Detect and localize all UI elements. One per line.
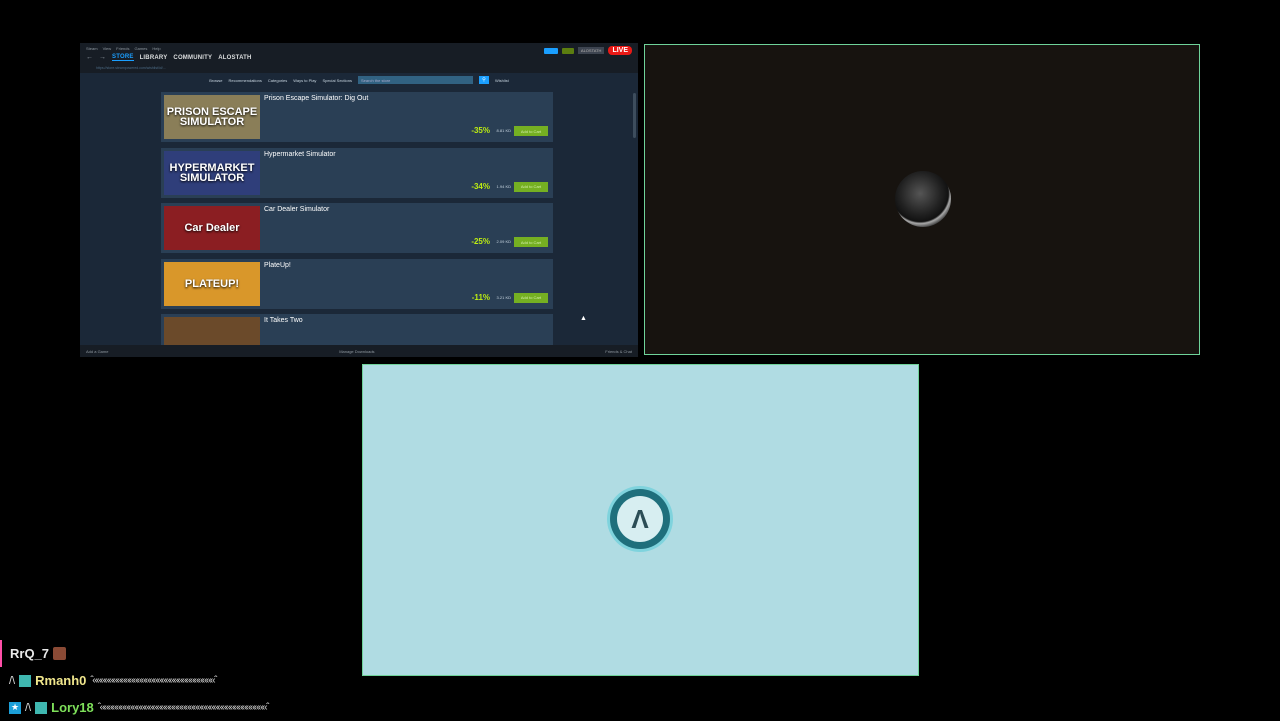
- avatar: [895, 171, 951, 227]
- menu-games[interactable]: Games: [135, 46, 148, 51]
- account-menu[interactable]: ALOSTATH: [577, 47, 605, 54]
- menu-friends[interactable]: Friends: [116, 46, 129, 51]
- forward-arrow-icon[interactable]: →: [99, 54, 106, 61]
- chat-message: /\ Rmanh0 ˆ«««««««««««««««««««««««««««««…: [0, 667, 400, 694]
- chat-username[interactable]: RrQ_7: [10, 646, 49, 661]
- list-item[interactable]: HYPERMARKET SIMULATOR Hypermarket Simula…: [161, 147, 553, 198]
- chat-overlay: RrQ_7 /\ Rmanh0 ˆ«««««««««««««««««««««««…: [0, 640, 400, 721]
- nav-community[interactable]: COMMUNITY: [173, 55, 212, 61]
- steam-nav: ← → STORE LIBRARY COMMUNITY ALOSTATH: [86, 54, 252, 61]
- nav-library[interactable]: LIBRARY: [140, 55, 168, 61]
- subnav-browse[interactable]: Browse: [209, 78, 222, 83]
- steam-top-right: ALOSTATH LIVE: [543, 46, 632, 55]
- game-title[interactable]: It Takes Two: [264, 317, 303, 324]
- mouse-cursor-icon: ▲: [580, 315, 587, 322]
- subnav-categories[interactable]: Categories: [268, 78, 287, 83]
- steam-menu: Steam View Friends Games Help: [86, 46, 161, 51]
- discount-badge: -11%: [471, 292, 490, 302]
- game-title[interactable]: Prison Escape Simulator: Dig Out: [264, 95, 368, 102]
- discount-badge: -35%: [471, 126, 490, 135]
- subnav-recommendations[interactable]: Recommendations: [229, 78, 262, 83]
- wishlist-link[interactable]: Wishlist: [495, 78, 509, 83]
- url-bar: https://store.steampowered.com/wishlist/…: [96, 66, 166, 70]
- badge-icon: [19, 674, 32, 687]
- search-placeholder: Search the store: [361, 77, 391, 83]
- chat-username[interactable]: Rmanh0: [35, 673, 86, 688]
- inbox-icon[interactable]: [561, 47, 574, 54]
- chat-text: ˆ«««««««««««««««««««««««««««««««««««««««…: [97, 702, 270, 713]
- game-title[interactable]: PlateUp!: [264, 262, 291, 269]
- game-title[interactable]: Car Dealer Simulator: [264, 206, 329, 213]
- add-to-cart-button[interactable]: Add to Cart: [514, 181, 548, 192]
- scrollbar[interactable]: [633, 93, 636, 138]
- participant-tile-light[interactable]: Λ: [362, 364, 919, 676]
- nav-store[interactable]: STORE: [112, 54, 134, 61]
- game-title[interactable]: Hypermarket Simulator: [264, 151, 336, 158]
- add-to-cart-button[interactable]: Add to Cart: [514, 126, 548, 136]
- nav-profile[interactable]: ALOSTATH: [218, 55, 251, 61]
- search-icon[interactable]: ⚲: [479, 76, 490, 84]
- steam-bottom-bar: Add a Game Manage Downloads Friends & Ch…: [80, 345, 638, 357]
- wishlist-list: PRISON ESCAPE SIMULATOR Prison Escape Si…: [161, 92, 553, 357]
- back-arrow-icon[interactable]: ←: [86, 54, 93, 61]
- list-item[interactable]: PLATEUP! PlateUp! -11% 3.21 KD Add to Ca…: [161, 258, 553, 309]
- logo-icon: Λ: [617, 496, 663, 542]
- game-thumbnail[interactable]: Car Dealer: [164, 206, 260, 251]
- live-badge: LIVE: [608, 46, 632, 55]
- store-subnav: Browse Recommendations Categories Ways t…: [80, 73, 638, 87]
- add-game-button[interactable]: Add a Game: [86, 349, 108, 354]
- friends-chat-button[interactable]: Friends & Chat: [605, 349, 632, 354]
- notification-icon[interactable]: [543, 47, 558, 54]
- store-search-input[interactable]: Search the store: [358, 76, 474, 84]
- price: 1.94 KD: [496, 183, 511, 189]
- list-item[interactable]: PRISON ESCAPE SIMULATOR Prison Escape Si…: [161, 92, 553, 142]
- list-item[interactable]: Car Dealer Car Dealer Simulator -25% 2.0…: [161, 203, 553, 254]
- discount-badge: -34%: [471, 181, 490, 191]
- subnav-ways-to-play[interactable]: Ways to Play: [293, 78, 316, 83]
- game-thumbnail[interactable]: HYPERMARKET SIMULATOR: [164, 150, 260, 195]
- add-to-cart-button[interactable]: Add to Cart: [514, 237, 548, 248]
- badge-icon: /\: [9, 674, 16, 687]
- discount-badge: -25%: [471, 237, 490, 247]
- shared-screen-steam: Steam View Friends Games Help ← → STORE …: [80, 43, 638, 357]
- badge-icon: [35, 701, 48, 714]
- manage-downloads-button[interactable]: Manage Downloads: [339, 349, 374, 354]
- price: 8.81 KD: [496, 128, 511, 133]
- chat-username[interactable]: Lory18: [51, 700, 94, 715]
- chat-message: ★ /\ Lory18 ˆ«««««««««««««««««««««««««««…: [0, 694, 400, 721]
- avatar: Λ: [610, 489, 670, 549]
- menu-help[interactable]: Help: [152, 46, 160, 51]
- chat-message: RrQ_7: [0, 640, 400, 667]
- chat-text: ˆ««««««««««««««««««««««««««««««ˆ: [90, 675, 217, 686]
- price: 2.09 KD: [496, 239, 511, 245]
- menu-steam[interactable]: Steam: [86, 46, 98, 51]
- badge-icon: /\: [25, 701, 32, 714]
- game-thumbnail[interactable]: PLATEUP!: [164, 261, 260, 306]
- badge-icon: ★: [9, 701, 21, 714]
- steam-titlebar: Steam View Friends Games Help ← → STORE …: [80, 43, 638, 73]
- add-to-cart-button[interactable]: Add to Cart: [514, 292, 548, 303]
- game-thumbnail[interactable]: PRISON ESCAPE SIMULATOR: [164, 95, 260, 139]
- participant-tile-dark[interactable]: [644, 44, 1200, 355]
- emote-icon: [53, 647, 67, 660]
- subnav-special-sections[interactable]: Special Sections: [322, 78, 352, 83]
- menu-view[interactable]: View: [103, 46, 112, 51]
- price: 3.21 KD: [496, 294, 511, 300]
